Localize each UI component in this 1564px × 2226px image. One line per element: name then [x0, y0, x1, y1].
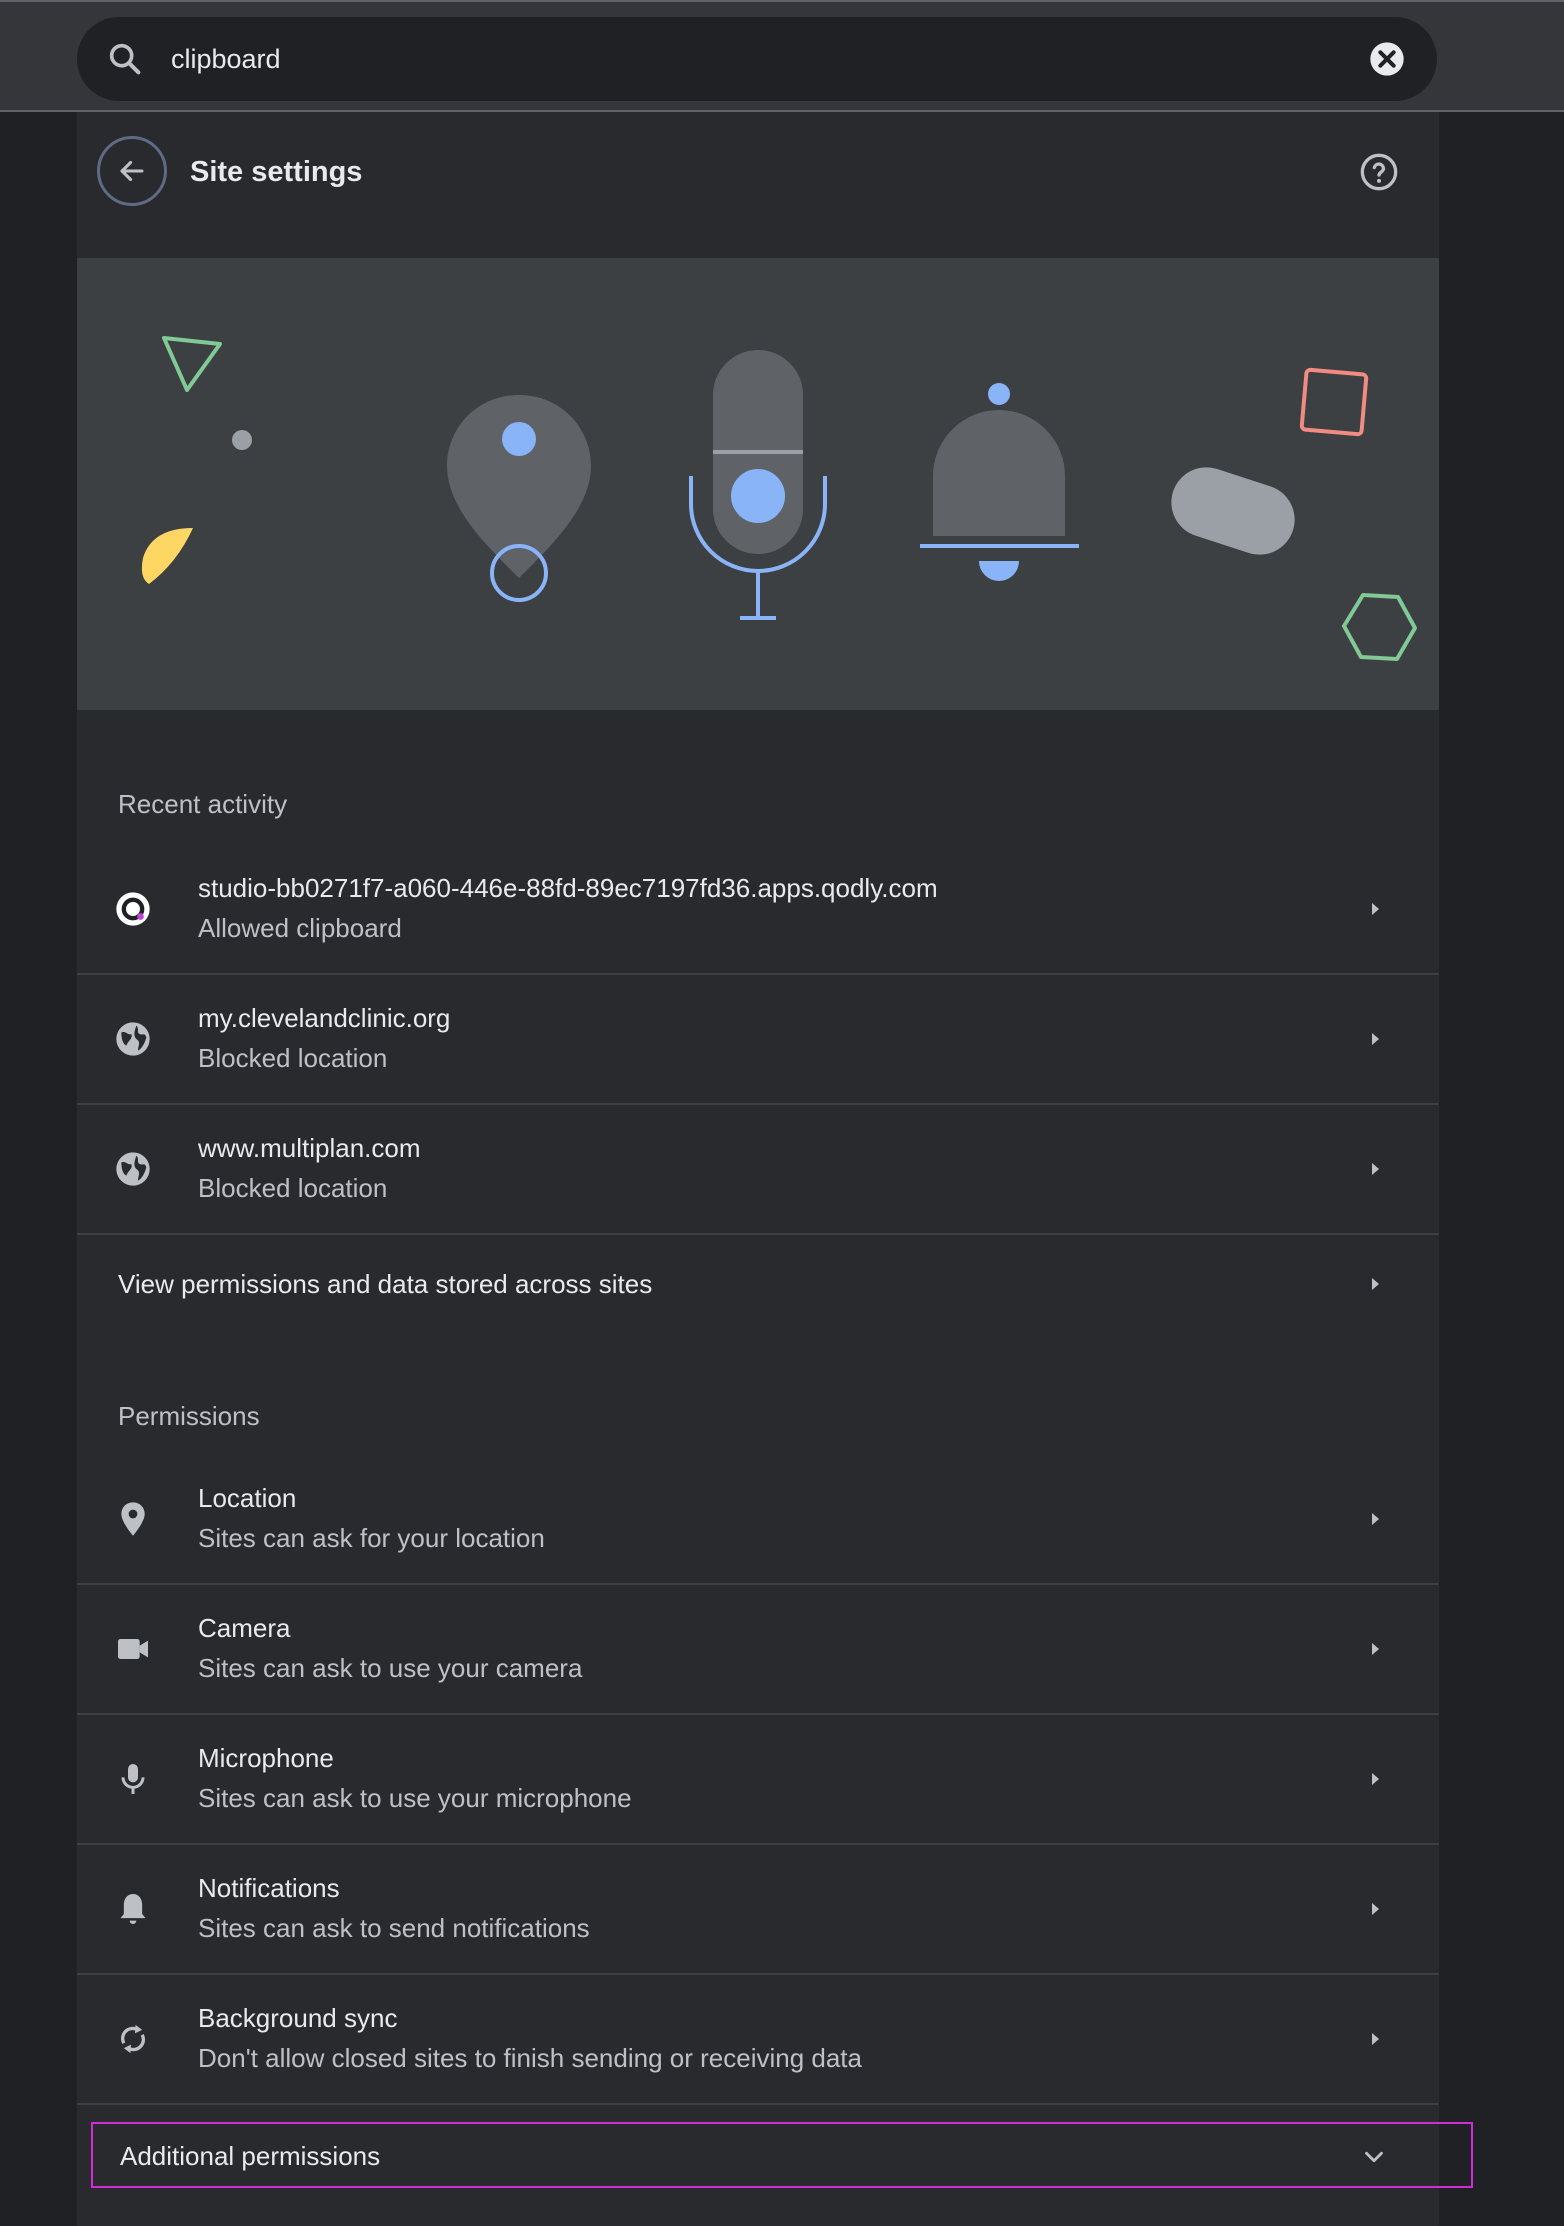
arrow-right-icon [1372, 1773, 1379, 1785]
globe-icon [116, 1022, 150, 1056]
microphone-icon [121, 1764, 145, 1794]
search-toolbar: clipboard [0, 0, 1564, 112]
sync-icon [120, 2024, 146, 2054]
permission-description: Sites can ask for your location [198, 1523, 545, 1553]
site-settings-banner [77, 258, 1439, 710]
recent-activity-item[interactable]: studio-bb0271f7-a060-446e-88fd-89ec7197f… [77, 845, 1439, 975]
additional-permissions-expander[interactable]: Additional permissions [91, 2122, 1473, 2188]
recent-activity-item[interactable]: www.multiplan.com Blocked location [77, 1105, 1439, 1235]
recent-activity-heading: Recent activity [118, 789, 288, 819]
permission-description: Don't allow closed sites to finish sendi… [198, 2043, 862, 2073]
search-input[interactable]: clipboard [171, 39, 281, 79]
permission-notifications[interactable]: Notifications Sites can ask to send noti… [77, 1845, 1439, 1975]
site-name: studio-bb0271f7-a060-446e-88fd-89ec7197f… [198, 873, 938, 903]
view-all-sites-link[interactable]: View permissions and data stored across … [77, 1235, 1439, 1331]
permission-title: Location [198, 1483, 297, 1513]
permission-title: Camera [198, 1613, 291, 1643]
site-activity: Blocked location [198, 1043, 388, 1073]
site-name: my.clevelandclinic.org [198, 1003, 451, 1033]
site-activity: Blocked location [198, 1173, 388, 1203]
site-settings-illustration [141, 336, 1417, 661]
arrow-right-icon [1372, 1278, 1379, 1290]
permission-title: Microphone [198, 1743, 334, 1773]
page-title: Site settings [190, 156, 363, 188]
site-favicon-icon [116, 892, 150, 926]
permission-microphone[interactable]: Microphone Sites can ask to use your mic… [77, 1715, 1439, 1845]
back-button[interactable] [97, 136, 167, 206]
permission-location[interactable]: Location Sites can ask for your location [77, 1455, 1439, 1585]
arrow-right-icon [1372, 1163, 1379, 1175]
arrow-back-icon [120, 160, 144, 182]
arrow-right-icon [1372, 1513, 1379, 1525]
arrow-right-icon [1372, 2033, 1379, 2045]
permissions-heading: Permissions [118, 1401, 260, 1431]
permission-title: Notifications [198, 1873, 340, 1903]
arrow-right-icon [1372, 903, 1379, 915]
recent-activity-item[interactable]: my.clevelandclinic.org Blocked location [77, 975, 1439, 1105]
search-icon [109, 43, 141, 75]
permission-description: Sites can ask to use your camera [198, 1653, 583, 1683]
view-all-sites-label: View permissions and data stored across … [118, 1269, 653, 1299]
permission-title: Background sync [198, 2003, 398, 2033]
clear-icon[interactable] [1367, 39, 1407, 79]
permission-description: Sites can ask to send notifications [198, 1913, 590, 1943]
permission-description: Sites can ask to use your microphone [198, 1783, 632, 1813]
site-activity: Allowed clipboard [198, 913, 402, 943]
search-box[interactable]: clipboard [77, 17, 1437, 101]
arrow-right-icon [1372, 1033, 1379, 1045]
page-header: Site settings [77, 112, 1439, 258]
location-pin-icon [121, 1502, 145, 1536]
arrow-right-icon [1372, 1903, 1379, 1915]
permission-camera[interactable]: Camera Sites can ask to use your camera [77, 1585, 1439, 1715]
site-name: www.multiplan.com [198, 1133, 421, 1163]
permission-background-sync[interactable]: Background sync Don't allow closed sites… [77, 1975, 1439, 2105]
chevron-down-icon [1365, 2151, 1383, 2163]
additional-permissions-label: Additional permissions [120, 2141, 381, 2171]
globe-icon [116, 1152, 150, 1186]
help-icon[interactable] [1359, 152, 1399, 192]
camera-icon [118, 1639, 148, 1659]
bell-icon [120, 1894, 146, 1924]
settings-card: Site settings Recent activity studio-bb0… [77, 112, 1439, 2226]
arrow-right-icon [1372, 1643, 1379, 1655]
